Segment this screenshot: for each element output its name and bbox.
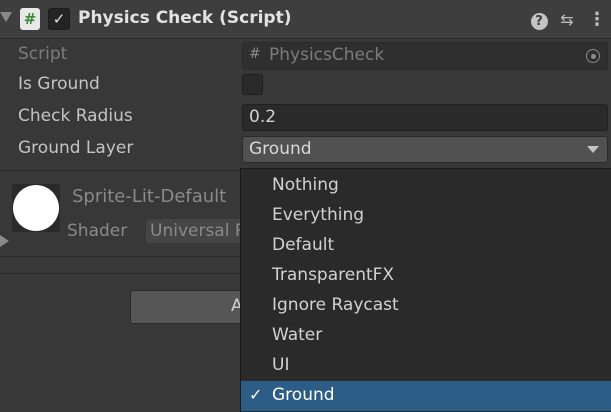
layer-mask-popup: Nothing Everything Default TransparentFX…	[240, 168, 611, 412]
ground-layer-label: Ground Layer	[18, 138, 134, 158]
menu-item-ignore-raycast[interactable]: Ignore Raycast	[241, 291, 611, 321]
check-radius-value: 0.2	[249, 107, 277, 127]
menu-item-nothing[interactable]: Nothing	[241, 171, 611, 201]
check-radius-label: Check Radius	[18, 106, 133, 126]
script-file-icon: #	[249, 46, 261, 62]
check-radius-field[interactable]: 0.2	[242, 104, 608, 131]
checkmark-icon: ✓	[249, 385, 263, 404]
menu-item-everything[interactable]: Everything	[241, 201, 611, 231]
component-title: Physics Check (Script)	[78, 8, 292, 28]
chevron-down-icon	[587, 146, 599, 153]
script-icon: #	[20, 8, 40, 30]
shader-label: Shader	[67, 221, 128, 241]
component-enabled-checkbox[interactable]: ✓	[48, 8, 70, 30]
menu-item-transparentfx[interactable]: TransparentFX	[241, 261, 611, 291]
object-picker-icon[interactable]	[586, 49, 600, 63]
script-object-field[interactable]: # PhysicsCheck	[242, 42, 608, 70]
script-label: Script	[18, 44, 68, 64]
script-value: PhysicsCheck	[269, 45, 385, 65]
material-name: Sprite-Lit-Default	[72, 186, 227, 207]
material-preview[interactable]	[12, 184, 60, 232]
menu-item-water[interactable]: Water	[241, 321, 611, 351]
ground-layer-dropdown[interactable]: Ground	[242, 136, 608, 163]
material-foldout-arrow-icon[interactable]	[0, 235, 9, 247]
foldout-arrow-icon[interactable]	[0, 12, 12, 22]
help-icon[interactable]: ?	[528, 9, 550, 31]
menu-item-ground[interactable]: ✓ Ground	[241, 381, 611, 411]
is-ground-checkbox[interactable]	[242, 74, 263, 95]
more-options-icon[interactable]: ⋮	[586, 9, 608, 31]
ground-layer-value: Ground	[249, 139, 312, 159]
menu-item-ui[interactable]: UI	[241, 351, 611, 381]
menu-item-default[interactable]: Default	[241, 231, 611, 261]
material-sphere-icon	[13, 185, 59, 231]
preset-settings-icon[interactable]: ⇆	[556, 9, 578, 31]
is-ground-label: Is Ground	[18, 74, 100, 94]
